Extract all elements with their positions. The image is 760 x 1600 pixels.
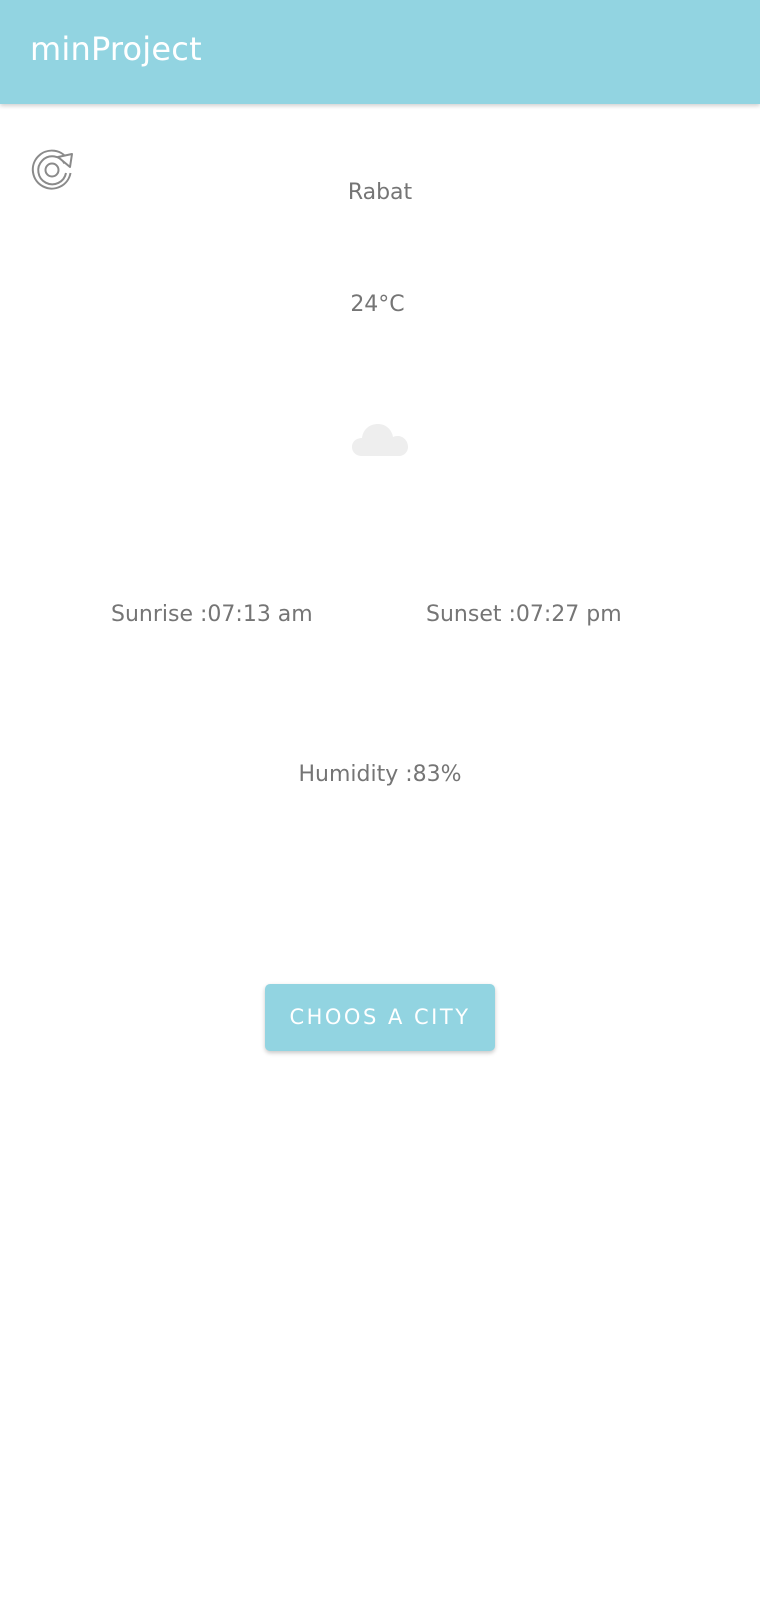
cloud-icon: [352, 420, 408, 458]
choose-city-button[interactable]: CHOOS A CITY: [265, 984, 495, 1051]
app-bar: minProject: [0, 0, 760, 104]
humidity: Humidity :83%: [298, 762, 462, 787]
weather-screen: minProject Rabat 24°C Sunrise :07:13 am …: [0, 0, 760, 1600]
sunrise-time: Sunrise :07:13 am: [111, 602, 313, 627]
app-title: minProject: [30, 30, 202, 68]
sunset-time: Sunset :07:27 pm: [426, 602, 622, 627]
city-name: Rabat: [347, 180, 413, 205]
temperature: 24°C: [350, 292, 405, 317]
